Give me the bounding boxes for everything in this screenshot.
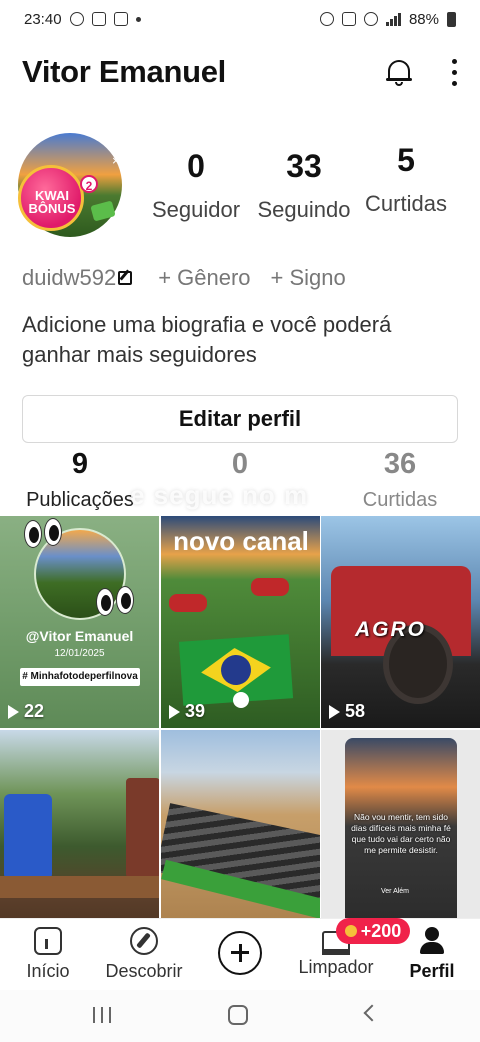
overlay-caption: e segue no m <box>130 480 309 510</box>
eye-icon <box>24 520 42 548</box>
post-overlay-text: AGRO <box>355 618 426 641</box>
eye-icon <box>96 588 114 616</box>
post-thumbnail-1[interactable]: @Vitor Emanuel 12/01/2025 # Minhafotodep… <box>0 516 159 728</box>
post-title: novo canal <box>173 526 309 556</box>
tab-likes-label: Curtidas <box>362 489 438 511</box>
post-signature: Ver Além <box>381 888 410 895</box>
add-sign-button[interactable]: + Signo <box>271 265 346 291</box>
username[interactable]: duidw592 <box>22 265 116 291</box>
kwai-bonus-count: 2 <box>80 175 98 193</box>
following-label: Seguindo <box>257 197 351 222</box>
battery-icon <box>447 11 456 27</box>
status-bar: 23:40 88% <box>0 0 480 38</box>
publications-count: 9 <box>71 448 89 480</box>
close-badge-icon[interactable]: × <box>112 153 120 168</box>
likes-count: 5 <box>397 142 415 178</box>
home-button-icon[interactable] <box>228 1005 248 1025</box>
back-icon[interactable] <box>363 1004 381 1022</box>
view-count: 39 <box>169 701 205 722</box>
more-options-icon[interactable] <box>450 58 458 86</box>
post-tag: # Minhafotodeperfilnova <box>20 668 140 686</box>
status-time: 23:40 <box>24 10 62 28</box>
kwai-bonus-label: KWAI BÔNUS <box>28 188 76 216</box>
profile-stats: 0 Seguidor 33 Seguindo 5 Curtidas <box>148 142 468 228</box>
gallery-icon <box>91 12 106 26</box>
nav-discover[interactable]: Descobrir <box>96 927 192 982</box>
edit-profile-button[interactable]: Editar perfil <box>22 395 458 443</box>
mute-icon <box>341 12 356 26</box>
home-icon <box>34 927 62 955</box>
kwai-bonus-badge[interactable]: KWAI BÔNUS 2 <box>12 161 116 243</box>
post-thumbnail-4[interactable] <box>0 730 159 918</box>
nav-profile-label: Perfil <box>409 961 455 981</box>
stat-likes[interactable]: 5 Curtidas <box>358 142 454 217</box>
edit-username-icon[interactable] <box>118 271 133 285</box>
pause-icon <box>233 692 249 708</box>
eye-icon <box>116 586 134 614</box>
view-count: 58 <box>329 701 365 722</box>
profile-header: Vitor Emanuel <box>0 42 480 102</box>
signal-icon <box>385 12 401 26</box>
battery-percent: 88% <box>408 10 439 28</box>
post-thumbnail-3[interactable]: AGRO 58 <box>321 516 480 728</box>
stat-following[interactable]: 33 Seguindo <box>252 148 356 223</box>
nav-cleaner-label: Limpador <box>298 957 374 977</box>
profile-info-row: duidw592 + Gênero + Signo <box>22 265 346 291</box>
stat-followers[interactable]: 0 Seguidor <box>144 148 248 223</box>
profile-icon <box>418 927 446 955</box>
post-date: 12/01/2025 <box>54 648 105 659</box>
youtube-icon <box>113 12 128 26</box>
tab-likes[interactable]: 36 Curtidas <box>320 448 480 512</box>
nav-home-label: Início <box>26 961 70 981</box>
create-post-button[interactable] <box>218 931 262 975</box>
post-thumbnail-2[interactable]: novo canal 39 <box>161 516 320 728</box>
play-icon <box>329 704 340 719</box>
money-icon <box>90 200 116 222</box>
reward-badge-label: +200 <box>360 920 402 941</box>
play-icon <box>169 704 180 719</box>
coin-icon <box>344 925 357 937</box>
avatar[interactable]: KWAI BÔNUS 2 × <box>12 133 126 243</box>
add-gender-button[interactable]: + Gênero <box>158 265 250 291</box>
followers-label: Seguidor <box>151 197 241 222</box>
system-navigation-bar <box>0 990 480 1042</box>
followers-count: 0 <box>187 148 205 184</box>
profile-name: Vitor Emanuel <box>22 54 226 89</box>
recent-apps-icon[interactable] <box>93 1007 111 1023</box>
reward-badge[interactable]: +200 <box>336 918 410 944</box>
nav-discover-label: Descobrir <box>105 961 183 981</box>
bell-icon[interactable] <box>386 57 412 87</box>
tab-likes-count: 36 <box>383 448 417 480</box>
play-icon <box>8 704 19 719</box>
likes-label: Curtidas <box>365 191 447 216</box>
compass-icon <box>130 927 158 955</box>
bio-prompt[interactable]: Adicione uma biografia e você poderá gan… <box>22 310 462 370</box>
posts-grid: @Vitor Emanuel 12/01/2025 # Minhafotodep… <box>0 516 480 918</box>
eye-icon <box>44 518 62 546</box>
middle-count: 0 <box>231 448 249 480</box>
post-handle: @Vitor Emanuel <box>25 628 134 644</box>
nav-home[interactable]: Início <box>0 927 96 982</box>
sync-icon <box>69 12 84 26</box>
post-quote: Não vou mentir, tem sido dias difíceis m… <box>351 812 451 855</box>
wifi-icon <box>363 12 378 26</box>
post-thumbnail-5[interactable] <box>161 730 320 918</box>
following-count: 33 <box>286 148 322 184</box>
view-count: 22 <box>8 701 44 722</box>
notification-dot-icon <box>135 16 141 22</box>
alarm-icon <box>319 12 334 26</box>
post-thumbnail-6[interactable]: Não vou mentir, tem sido dias difíceis m… <box>321 730 480 918</box>
